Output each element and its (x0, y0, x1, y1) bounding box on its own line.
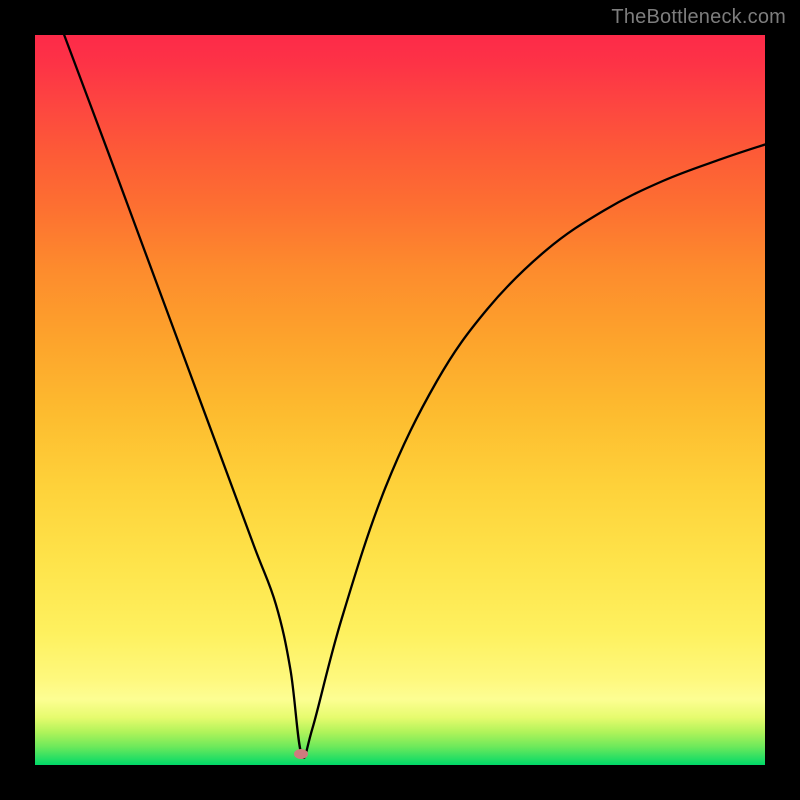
chart-frame: TheBottleneck.com (0, 0, 800, 800)
plot-area (35, 35, 765, 765)
bottleneck-curve (35, 35, 765, 765)
optimal-point-marker (294, 749, 308, 759)
watermark-text: TheBottleneck.com (611, 6, 786, 29)
